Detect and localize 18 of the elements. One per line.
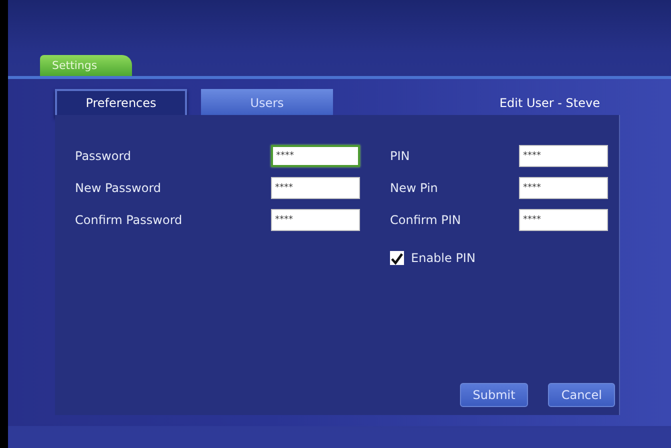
field-label: New Pin (390, 180, 439, 197)
action-button[interactable]: Submit (460, 383, 528, 407)
field-label: Confirm Password (75, 212, 184, 229)
tab[interactable]: Preferences (55, 89, 187, 117)
text-field[interactable]: **** (271, 209, 360, 231)
field-label: Confirm PIN (390, 212, 462, 229)
field-label: Password (75, 148, 132, 165)
text-field[interactable]: **** (271, 177, 360, 199)
checkbox-label: Enable PIN (411, 250, 476, 267)
action-button[interactable]: Cancel (548, 383, 615, 407)
field-label: PIN (390, 148, 411, 165)
page-heading: Edit User - Steve (499, 95, 600, 112)
checkbox[interactable] (390, 251, 404, 265)
text-field[interactable]: **** (519, 145, 608, 167)
field-label: New Password (75, 180, 162, 197)
text-field[interactable]: **** (519, 209, 608, 231)
text-field[interactable]: **** (271, 145, 360, 167)
text-field[interactable]: **** (519, 177, 608, 199)
